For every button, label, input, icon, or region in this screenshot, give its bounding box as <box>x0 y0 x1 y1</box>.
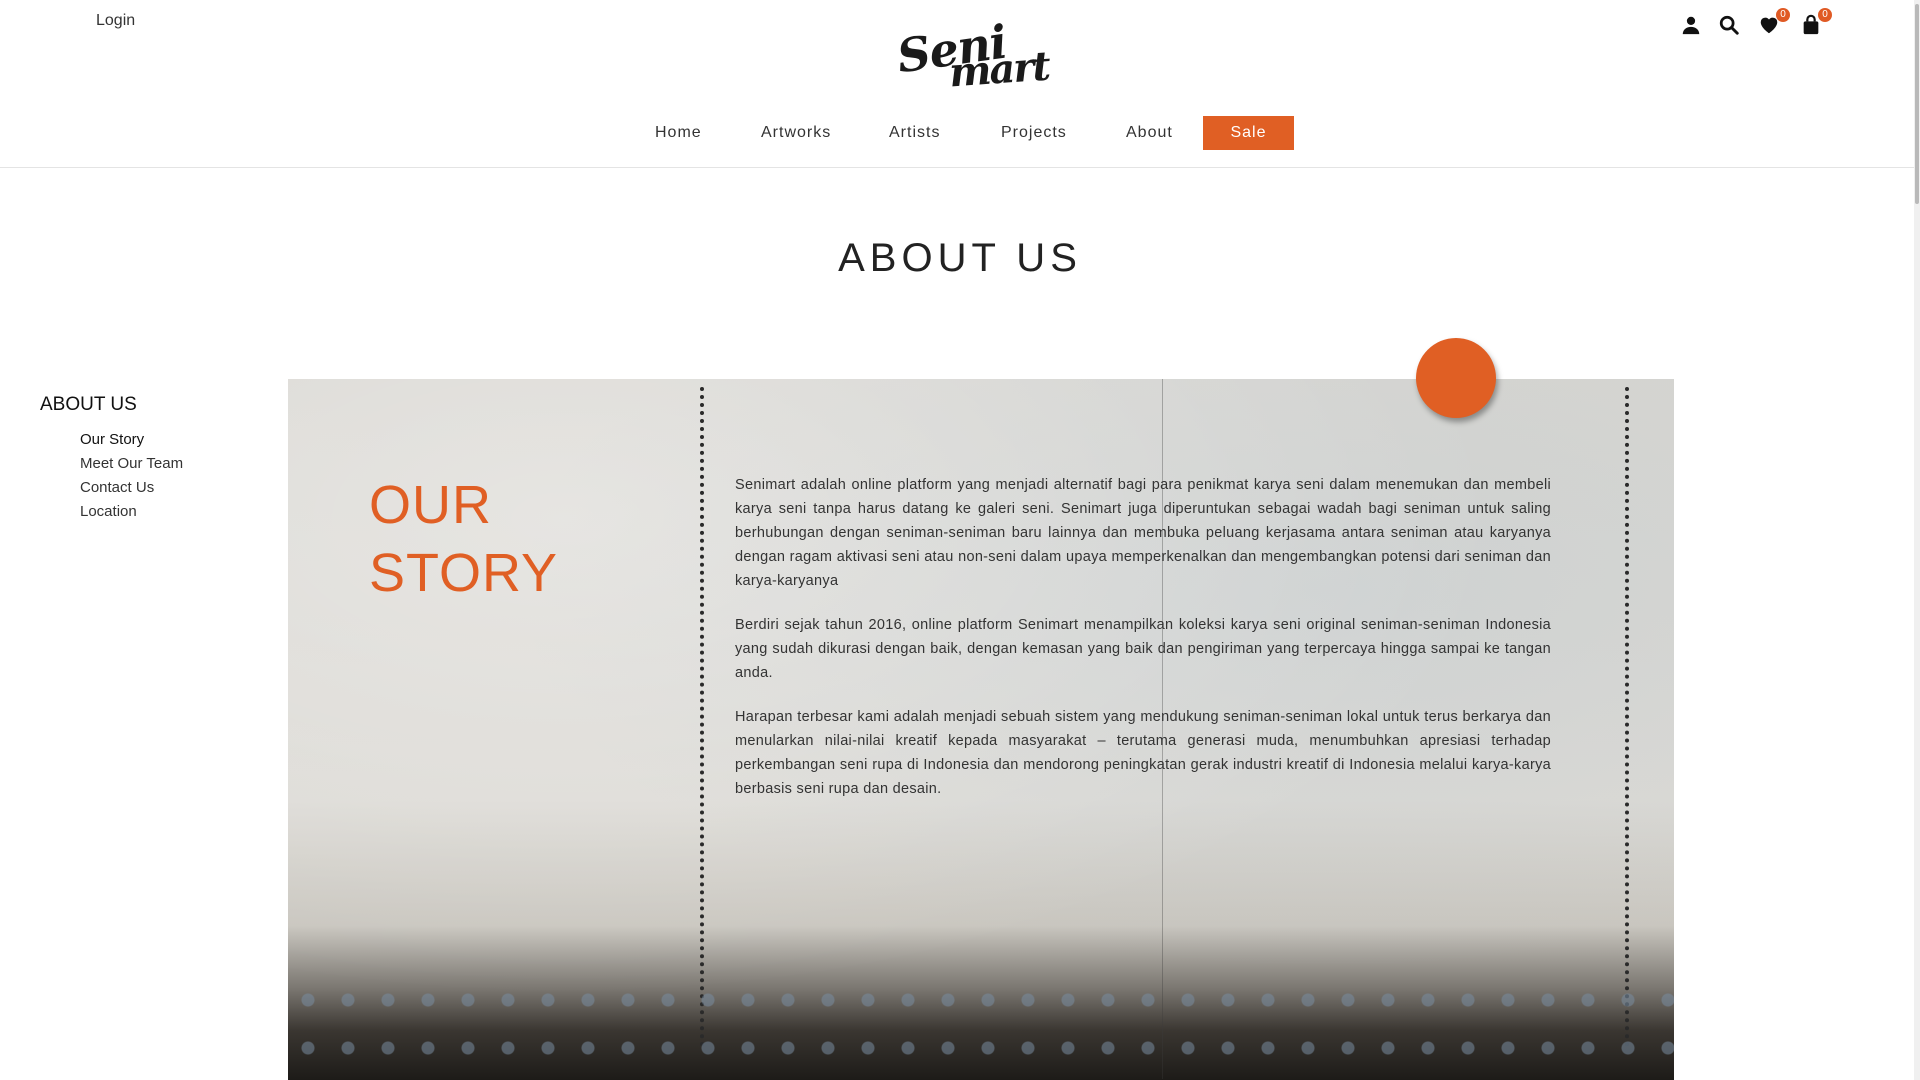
nav-about[interactable]: About <box>1126 116 1173 150</box>
wishlist-count-badge: 0 <box>1776 8 1790 22</box>
cart-count-badge: 0 <box>1818 8 1832 22</box>
about-side-menu: ABOUT US Our Story Meet Our Team Contact… <box>40 394 183 524</box>
story-paragraph-2: Berdiri sejak tahun 2016, online platfor… <box>735 617 1551 681</box>
page-title: ABOUT US <box>838 236 1082 280</box>
cart-button[interactable]: 0 <box>1800 8 1832 36</box>
user-icon[interactable] <box>1680 14 1702 36</box>
nav-home[interactable]: Home <box>655 116 702 150</box>
side-menu-heading: ABOUT US <box>40 394 137 415</box>
side-item-our-story[interactable]: Our Story <box>80 428 183 452</box>
nav-sale-button[interactable]: Sale <box>1203 116 1294 150</box>
nav-projects[interactable]: Projects <box>1001 116 1067 150</box>
our-story-title-line2: STORY <box>369 543 559 603</box>
site-header: Login Seni mart 0 0 Home Artworks Artist… <box>0 0 1914 168</box>
our-story-hero: OUR STORY Senimart adalah online platfor… <box>288 379 1674 1080</box>
login-link[interactable]: Login <box>96 12 135 30</box>
our-story-title-line1: OUR <box>369 475 492 535</box>
page-scrollbar[interactable] <box>1914 0 1920 1080</box>
logo-text-mart: mart <box>947 42 1051 97</box>
wishlist-button[interactable]: 0 <box>1758 8 1790 36</box>
scrollbar-thumb[interactable] <box>1915 4 1919 204</box>
side-item-location[interactable]: Location <box>80 500 183 524</box>
story-paragraph-1: Senimart adalah online platform yang men… <box>735 477 1551 589</box>
side-item-contact-us[interactable]: Contact Us <box>80 476 183 500</box>
dotted-divider-left <box>700 387 704 1047</box>
nav-artworks[interactable]: Artworks <box>761 116 831 150</box>
nav-artists[interactable]: Artists <box>889 116 940 150</box>
search-icon[interactable] <box>1718 14 1740 36</box>
side-item-meet-our-team[interactable]: Meet Our Team <box>80 452 183 476</box>
story-paragraph-3: Harapan terbesar kami adalah menjadi seb… <box>735 709 1551 797</box>
senimart-logo[interactable]: Seni mart <box>893 15 1051 97</box>
dotted-divider-right <box>1625 387 1629 1047</box>
our-story-text: Senimart adalah online platform yang men… <box>735 473 1551 821</box>
main-nav: Home Artworks Artists Projects About Sal… <box>0 116 1914 152</box>
our-story-title: OUR STORY <box>369 471 558 607</box>
orange-circle-decoration <box>1416 338 1496 418</box>
